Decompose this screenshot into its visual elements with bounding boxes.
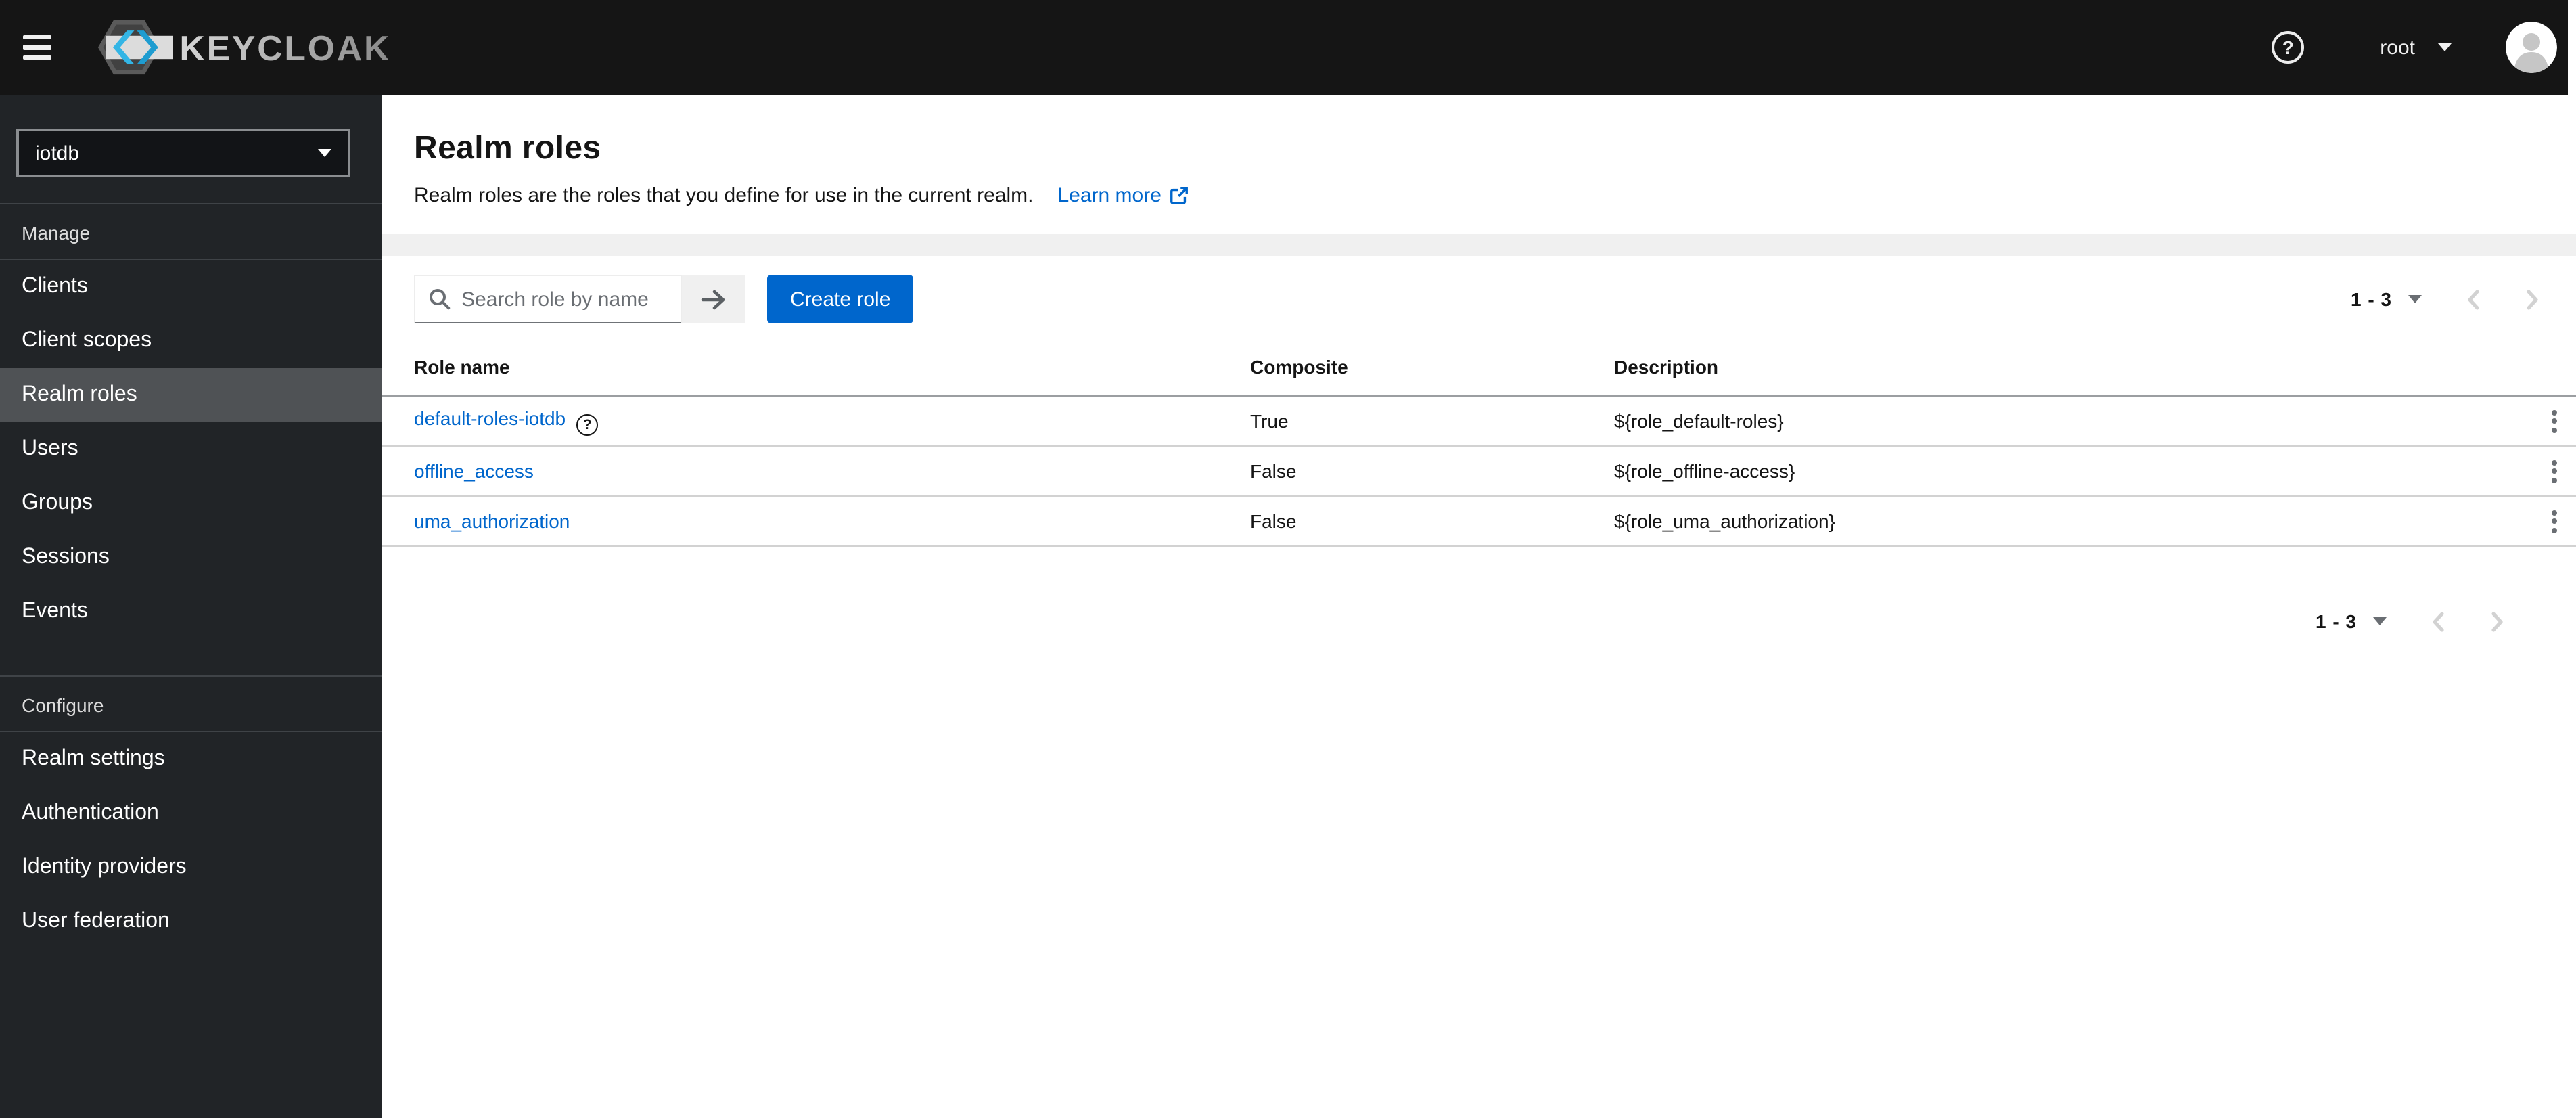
roles-card: Create role 1 - 3	[382, 256, 2576, 1118]
column-header-composite: Composite	[1250, 337, 1614, 397]
main-content: Realm roles Realm roles are the roles th…	[382, 95, 2576, 1118]
nav-section-configure: Configure Realm settings Authentication …	[0, 675, 382, 949]
sidebar: iotdb Manage Clients Client scopes Realm…	[0, 95, 382, 1118]
avatar-icon	[2506, 22, 2557, 73]
sidebar-item-clients[interactable]: Clients	[0, 260, 382, 314]
create-role-button[interactable]: Create role	[767, 275, 914, 323]
per-page-dropdown-button[interactable]	[2408, 295, 2422, 303]
realm-selector[interactable]: iotdb	[16, 129, 350, 177]
avatar[interactable]	[2506, 22, 2557, 73]
column-header-role-name: Role name	[382, 337, 1250, 397]
role-link-default-roles[interactable]: default-roles-iotdb	[414, 407, 566, 428]
caret-down-icon	[2438, 43, 2452, 51]
sidebar-item-users[interactable]: Users	[0, 422, 382, 476]
masthead-right: ? root	[2272, 22, 2576, 73]
role-link-uma-authorization[interactable]: uma_authorization	[414, 510, 570, 532]
pagination-range: 1 - 3	[2315, 610, 2357, 632]
chevron-left-icon	[2468, 289, 2479, 309]
description-value: ${role_default-roles}	[1614, 396, 2511, 447]
keycloak-logo-icon: KEYCLOAK	[97, 20, 391, 75]
previous-page-button[interactable]	[2408, 597, 2468, 646]
caret-down-icon	[2373, 617, 2387, 625]
description-value: ${role_offline-access}	[1614, 446, 2511, 497]
role-link-offline-access[interactable]: offline_access	[414, 460, 534, 482]
composite-value: False	[1250, 496, 1614, 547]
search-submit-button[interactable]	[682, 275, 745, 323]
roles-toolbar: Create role 1 - 3	[382, 256, 2576, 323]
nav-section-manage: Manage Clients Client scopes Realm roles…	[0, 204, 382, 639]
sidebar-item-realm-roles[interactable]: Realm roles	[0, 368, 382, 422]
search-input[interactable]	[414, 275, 682, 323]
description-value: ${role_uma_authorization}	[1614, 496, 2511, 547]
previous-page-button[interactable]	[2443, 275, 2503, 323]
kebab-menu-button[interactable]	[2538, 451, 2571, 491]
next-page-button[interactable]	[2503, 275, 2562, 323]
realm-selector-value: iotdb	[35, 141, 80, 164]
page-subtitle: Realm roles are the roles that you defin…	[414, 184, 1034, 207]
page-header: Realm roles Realm roles are the roles th…	[382, 95, 2576, 234]
learn-more-link[interactable]: Learn more	[1057, 184, 1189, 207]
composite-value: False	[1250, 446, 1614, 497]
table-row: uma_authorization False ${role_uma_autho…	[382, 496, 2576, 547]
nav-section-title: Configure	[0, 677, 382, 732]
page-title: Realm roles	[414, 130, 601, 166]
per-page-dropdown-button[interactable]	[2373, 617, 2387, 625]
composite-value: True	[1250, 396, 1614, 447]
pagination-bottom: 1 - 3	[2316, 597, 2527, 646]
arrow-right-icon	[701, 289, 725, 309]
column-header-actions	[2511, 337, 2576, 397]
keycloak-logo-text: KEYCLOAK	[179, 28, 391, 68]
realm-roles-table: Role name Composite Description default-…	[382, 337, 2576, 547]
sidebar-item-user-federation[interactable]: User federation	[0, 895, 382, 949]
username: root	[2380, 36, 2415, 59]
help-icon[interactable]: ?	[576, 413, 599, 435]
chevron-left-icon	[2433, 611, 2444, 631]
pagination-range: 1 - 3	[2350, 288, 2392, 310]
kebab-menu-button[interactable]	[2538, 401, 2571, 441]
column-header-description: Description	[1614, 337, 2511, 397]
sidebar-item-sessions[interactable]: Sessions	[0, 531, 382, 585]
nav-toggle-button[interactable]	[23, 32, 53, 62]
table-row: offline_access False ${role_offline-acce…	[382, 446, 2576, 497]
kebab-menu-button[interactable]	[2538, 501, 2571, 541]
sidebar-item-identity-providers[interactable]: Identity providers	[0, 841, 382, 895]
sidebar-item-authentication[interactable]: Authentication	[0, 786, 382, 841]
caret-down-icon	[2408, 295, 2422, 303]
caret-down-icon	[318, 149, 331, 157]
user-menu-button[interactable]: root	[2380, 36, 2452, 59]
chevron-right-icon	[2527, 289, 2538, 309]
sidebar-item-realm-settings[interactable]: Realm settings	[0, 732, 382, 786]
section-separator	[382, 234, 2576, 256]
keycloak-logo: KEYCLOAK	[93, 18, 398, 77]
help-icon[interactable]: ?	[2272, 31, 2305, 64]
masthead: KEYCLOAK ? root	[0, 0, 2576, 95]
table-row: default-roles-iotdb? True ${role_default…	[382, 396, 2576, 447]
next-page-button[interactable]	[2468, 597, 2527, 646]
sidebar-item-client-scopes[interactable]: Client scopes	[0, 314, 382, 368]
pagination-top: 1 - 3	[2351, 275, 2562, 323]
nav-section-title: Manage	[0, 204, 382, 260]
external-link-icon	[1170, 187, 1189, 204]
search-icon	[430, 289, 451, 310]
scrollbar-track[interactable]	[2568, 0, 2576, 95]
app-window: KEYCLOAK ? root iotdb Manage Clients Cli…	[0, 0, 2576, 1118]
sidebar-item-groups[interactable]: Groups	[0, 476, 382, 531]
table-header-row: Role name Composite Description	[382, 337, 2576, 397]
search-group	[414, 275, 745, 323]
sidebar-item-events[interactable]: Events	[0, 585, 382, 639]
chevron-right-icon	[2491, 611, 2503, 631]
